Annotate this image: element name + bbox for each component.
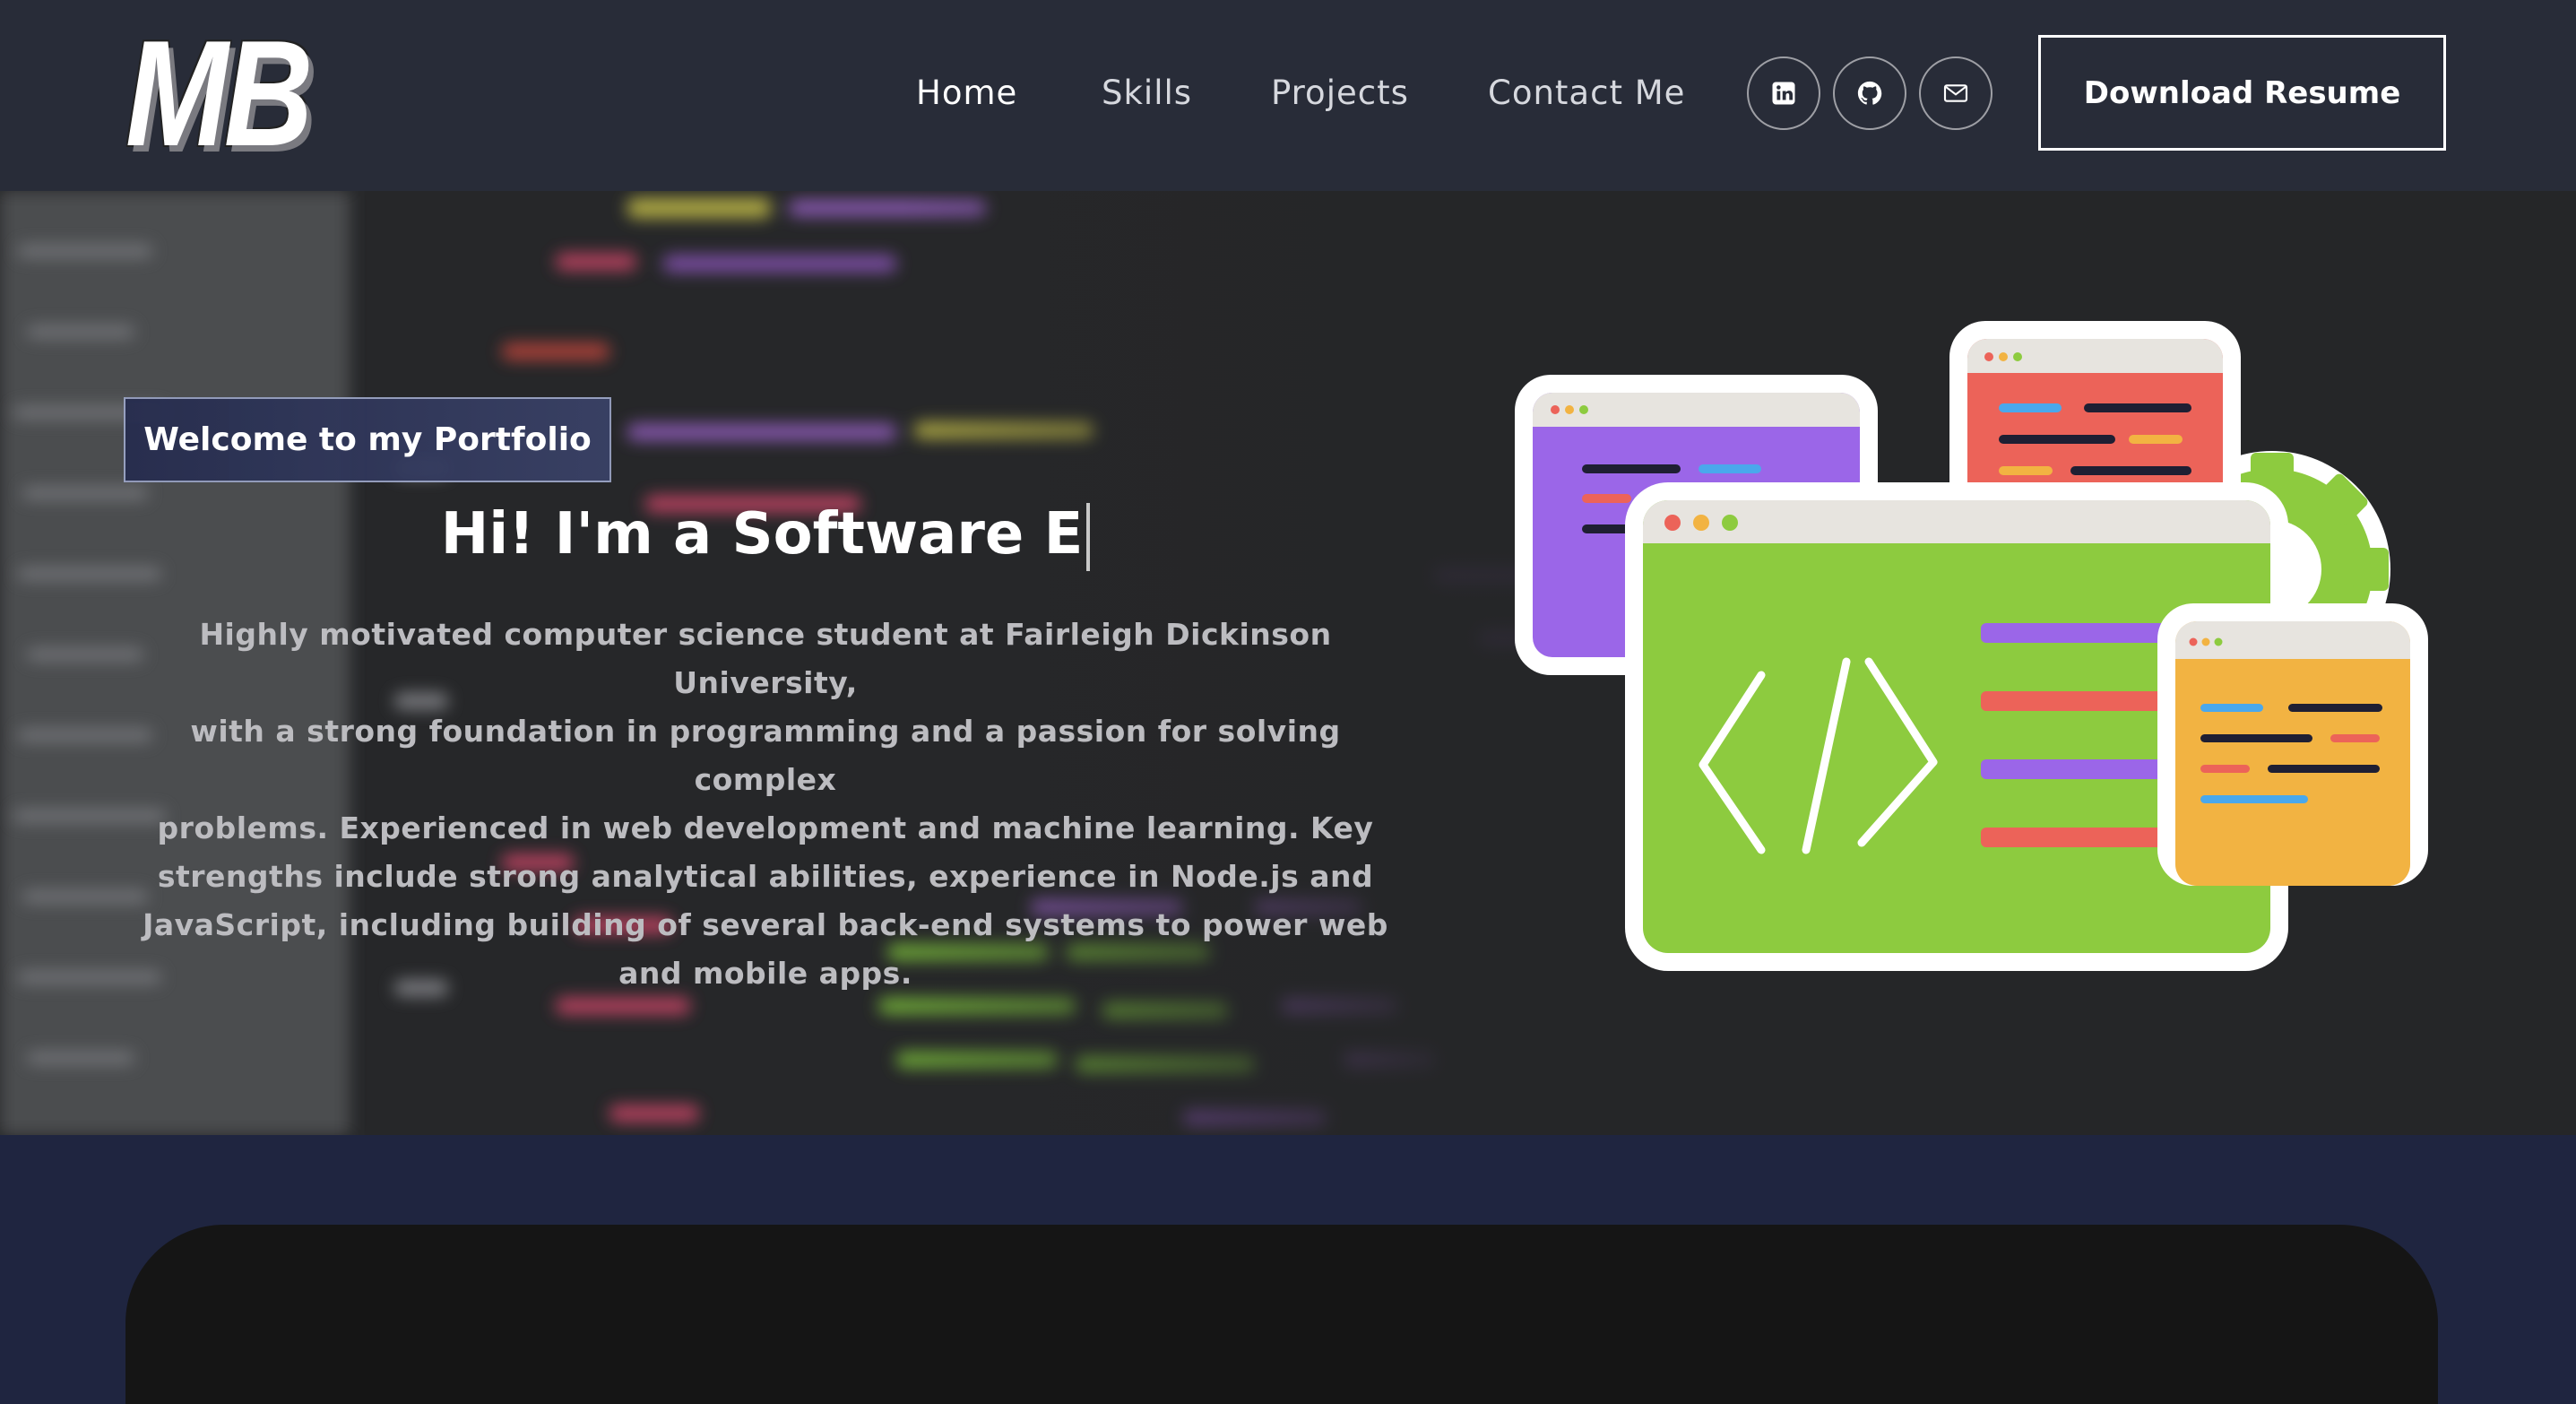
hero-section: Welcome to my Portfolio Hi! I'm a Softwa…: [0, 191, 2576, 1135]
bio-line: problems. Experienced in web development…: [157, 810, 1374, 845]
logo[interactable]: MB: [125, 13, 313, 174]
typing-cursor: [1086, 503, 1091, 572]
orange-code-window: [2157, 603, 2428, 886]
nav-link-home[interactable]: Home: [916, 65, 1017, 122]
download-resume-button[interactable]: Download Resume: [2038, 35, 2446, 151]
next-section-card: [125, 1225, 2438, 1404]
linkedin-icon: [1772, 82, 1795, 105]
bio-line: strengths include strong analytical abil…: [157, 859, 1374, 894]
bio-line: with a strong foundation in programming …: [190, 714, 1341, 797]
bio-line: JavaScript, including building of severa…: [143, 907, 1388, 942]
github-button[interactable]: [1833, 56, 1906, 130]
hero-bio: Highly motivated computer science studen…: [125, 611, 1405, 998]
bio-line: Highly motivated computer science studen…: [199, 617, 1332, 700]
coding-windows-illustration: [1515, 321, 2428, 971]
nav-link-projects[interactable]: Projects: [1271, 65, 1409, 122]
welcome-tagline: Welcome to my Portfolio: [124, 397, 611, 482]
linkedin-button[interactable]: [1747, 56, 1820, 130]
hero-headline: Hi! I'm a Software E: [125, 496, 1405, 573]
email-button[interactable]: [1919, 56, 1993, 130]
navbar: MB Home Skills Projects Contact Me Downl…: [0, 0, 2576, 191]
github-icon: [1857, 81, 1882, 105]
bio-line: and mobile apps.: [618, 956, 912, 991]
mail-icon: [1943, 84, 1968, 102]
headline-text: Hi! I'm a Software E: [440, 501, 1084, 568]
nav-link-skills[interactable]: Skills: [1102, 65, 1192, 122]
nav-link-contact[interactable]: Contact Me: [1488, 65, 1685, 122]
